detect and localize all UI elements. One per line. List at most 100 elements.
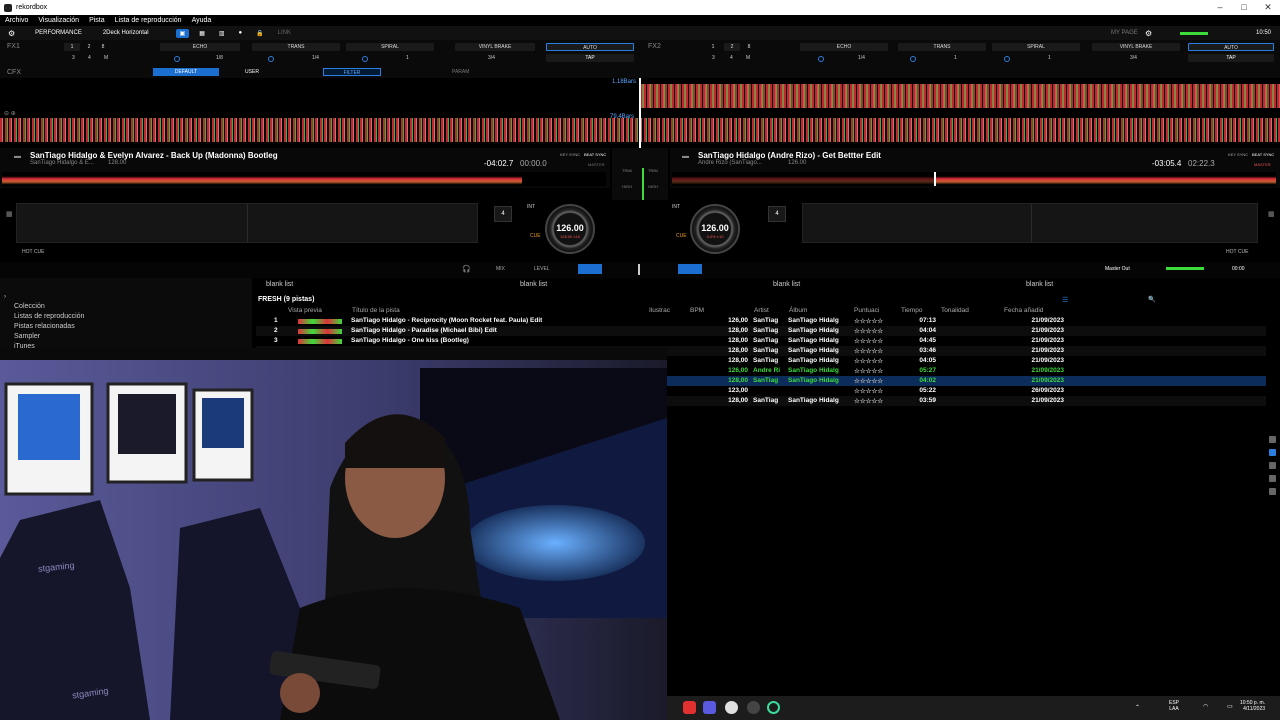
fx1-auto-button[interactable]: AUTO xyxy=(546,43,634,51)
deck1-overview-waveform[interactable] xyxy=(2,172,606,186)
fx1-channel-2[interactable]: 2 xyxy=(84,43,94,51)
settings-gear-icon[interactable]: ⚙ xyxy=(1145,29,1152,38)
tree-pistas-relacionadas[interactable]: Pistas relacionadas xyxy=(0,322,252,332)
zoom-icon[interactable]: ⊖ ⊕ xyxy=(4,110,16,117)
fx2-channel-m[interactable]: M xyxy=(746,55,750,61)
obs-icon[interactable] xyxy=(767,701,780,714)
fx1-effect-trans[interactable]: TRANS xyxy=(252,43,340,51)
maximize-icon[interactable]: □ xyxy=(1232,0,1256,15)
mixer-icon[interactable]: ▥ xyxy=(215,29,229,38)
cfx-user-tab[interactable]: USER xyxy=(222,68,282,76)
fx2-effect-spiral[interactable]: SPIRAL xyxy=(992,43,1080,51)
cue-channel-toggle-1[interactable] xyxy=(578,264,602,274)
fx1-effect-vinyl-brake[interactable]: VINYL BRAKE xyxy=(455,43,535,51)
menu-visualizacion[interactable]: Visualización xyxy=(38,17,79,24)
col-artist[interactable]: Artist xyxy=(754,307,769,314)
gear-icon[interactable]: ⚙ xyxy=(8,29,15,38)
cfx-filter-button[interactable]: FILTER xyxy=(323,68,381,76)
list-view-icon[interactable]: ☰ xyxy=(1062,296,1068,304)
fx1-effect-echo[interactable]: ECHO xyxy=(160,43,240,51)
table-row[interactable]: 3 SanTiago Hidalgo - One kiss (Bootleg) 12… xyxy=(256,336,1266,346)
fx2-channel-8[interactable]: 8 xyxy=(744,43,754,51)
preview-waveform[interactable] xyxy=(298,329,342,334)
tab-blank-list-1[interactable]: blank list xyxy=(266,281,293,288)
deck1-jog-wheel[interactable]: 126.00 128.00 ±16 xyxy=(545,204,595,254)
close-icon[interactable]: ✕ xyxy=(1256,0,1280,15)
layout-select[interactable]: 2Deck Horizontal xyxy=(99,29,153,37)
tab-blank-list-2[interactable]: blank list xyxy=(520,281,547,288)
preview-waveform[interactable] xyxy=(298,319,342,324)
fx2-channel-1[interactable]: 1 xyxy=(708,43,718,51)
rail-icon-4[interactable] xyxy=(1269,475,1276,482)
deck1-hotcue-pads[interactable] xyxy=(16,203,478,243)
fx2-channel-3[interactable]: 3 xyxy=(712,55,715,61)
battery-icon[interactable]: ▭ xyxy=(1227,703,1233,710)
brave-icon[interactable] xyxy=(683,701,696,714)
deck1-beat-sync[interactable]: BEAT SYNC xyxy=(584,152,606,157)
fx1-knob-3[interactable] xyxy=(362,56,368,62)
teams-icon[interactable] xyxy=(703,701,716,714)
wifi-icon[interactable]: ◠ xyxy=(1203,703,1208,710)
rail-icon-3[interactable] xyxy=(1269,462,1276,469)
chrome-icon[interactable] xyxy=(725,701,738,714)
table-row[interactable]: 2 SanTiago Hidalgo - Paradise (Michael Bi… xyxy=(256,326,1266,336)
tree-coleccion[interactable]: Colección xyxy=(0,302,252,312)
master-out-select[interactable]: Master Out xyxy=(1105,266,1130,272)
col-key[interactable]: Tonalidad xyxy=(941,307,969,314)
lock-icon[interactable]: 🔒 xyxy=(252,29,267,38)
deck1-eject-icon[interactable]: ▬ xyxy=(14,153,21,160)
headphones-icon[interactable]: 🎧 xyxy=(462,265,471,273)
deck2-eject-icon[interactable]: ▬ xyxy=(682,153,689,160)
record-icon[interactable]: ● xyxy=(235,29,247,37)
fx1-channel-3[interactable]: 3 xyxy=(72,55,75,61)
deck2-cue-label[interactable]: CUE xyxy=(676,233,687,239)
fx1-channel-1[interactable]: 1 xyxy=(64,43,80,51)
deck2-jog-wheel[interactable]: 126.00 0.0% ±10 xyxy=(690,204,740,254)
menu-archivo[interactable]: Archivo xyxy=(5,17,28,24)
fx2-knob-1[interactable] xyxy=(818,56,824,62)
fx1-knob-2[interactable] xyxy=(268,56,274,62)
col-album[interactable]: Álbum xyxy=(789,307,807,314)
link-button[interactable]: LINK xyxy=(274,29,295,37)
deck1-master[interactable]: MASTER xyxy=(588,162,605,167)
menu-pista[interactable]: Pista xyxy=(89,17,105,24)
fx2-effect-vinyl-brake[interactable]: VINYL BRAKE xyxy=(1092,43,1180,51)
minimize-icon[interactable]: – xyxy=(1208,0,1232,15)
fx2-channel-4[interactable]: 4 xyxy=(730,55,733,61)
col-rating[interactable]: Puntuaci xyxy=(854,307,879,314)
cue-channel-toggle-2[interactable] xyxy=(678,264,702,274)
deck2-pad-grid-icon[interactable]: ▦ xyxy=(1268,210,1275,218)
col-artwork[interactable]: Ilustrac xyxy=(649,307,670,314)
rail-icon-1[interactable] xyxy=(1269,436,1276,443)
deck1-pad-grid-icon[interactable]: ▦ xyxy=(6,210,13,218)
deck2-master[interactable]: MASTER xyxy=(1254,162,1271,167)
fx2-effect-trans[interactable]: TRANS xyxy=(898,43,986,51)
deck2-waveform[interactable] xyxy=(640,84,1280,108)
col-preview[interactable]: Vista previa xyxy=(288,307,322,314)
deck1-hot-cue-label[interactable]: HOT CUE xyxy=(22,249,44,255)
menu-ayuda[interactable]: Ayuda xyxy=(192,17,212,24)
fx2-channel-2[interactable]: 2 xyxy=(724,43,740,51)
mode-select[interactable]: PERFORMANCE xyxy=(31,29,86,37)
deck1-key-sync[interactable]: KEY SYNC xyxy=(560,152,580,157)
taskbar-date[interactable]: 4/11/2023 xyxy=(1243,706,1265,712)
fx1-knob-1[interactable] xyxy=(174,56,180,62)
fx1-channel-m[interactable]: M xyxy=(104,55,108,61)
deck2-overview-waveform[interactable] xyxy=(672,172,1276,186)
deck2-hot-cue-label[interactable]: HOT CUE xyxy=(1226,249,1248,255)
menu-lista[interactable]: Lista de reproducción xyxy=(115,17,182,24)
col-time[interactable]: Tiempo xyxy=(901,307,922,314)
fx2-tap-button[interactable]: TAP xyxy=(1188,54,1274,62)
cfx-default-tab[interactable]: DEFAULT xyxy=(153,68,219,76)
deck1-cue-label[interactable]: CUE xyxy=(530,233,541,239)
col-date-added[interactable]: Fecha añadid xyxy=(1004,307,1043,314)
fx2-knob-2[interactable] xyxy=(910,56,916,62)
tab-blank-list-3[interactable]: blank list xyxy=(773,281,800,288)
table-row[interactable]: 1 SanTiago Hidalgo - Reciprocity (Moon Ro… xyxy=(256,316,1266,326)
tree-sampler[interactable]: Sampler xyxy=(0,332,252,342)
fx1-channel-4[interactable]: 4 xyxy=(88,55,91,61)
col-title[interactable]: Título de la pista xyxy=(352,307,400,314)
tab-blank-list-4[interactable]: blank list xyxy=(1026,281,1053,288)
fx2-knob-3[interactable] xyxy=(1004,56,1010,62)
deck2-hotcue-pads[interactable] xyxy=(802,203,1258,243)
